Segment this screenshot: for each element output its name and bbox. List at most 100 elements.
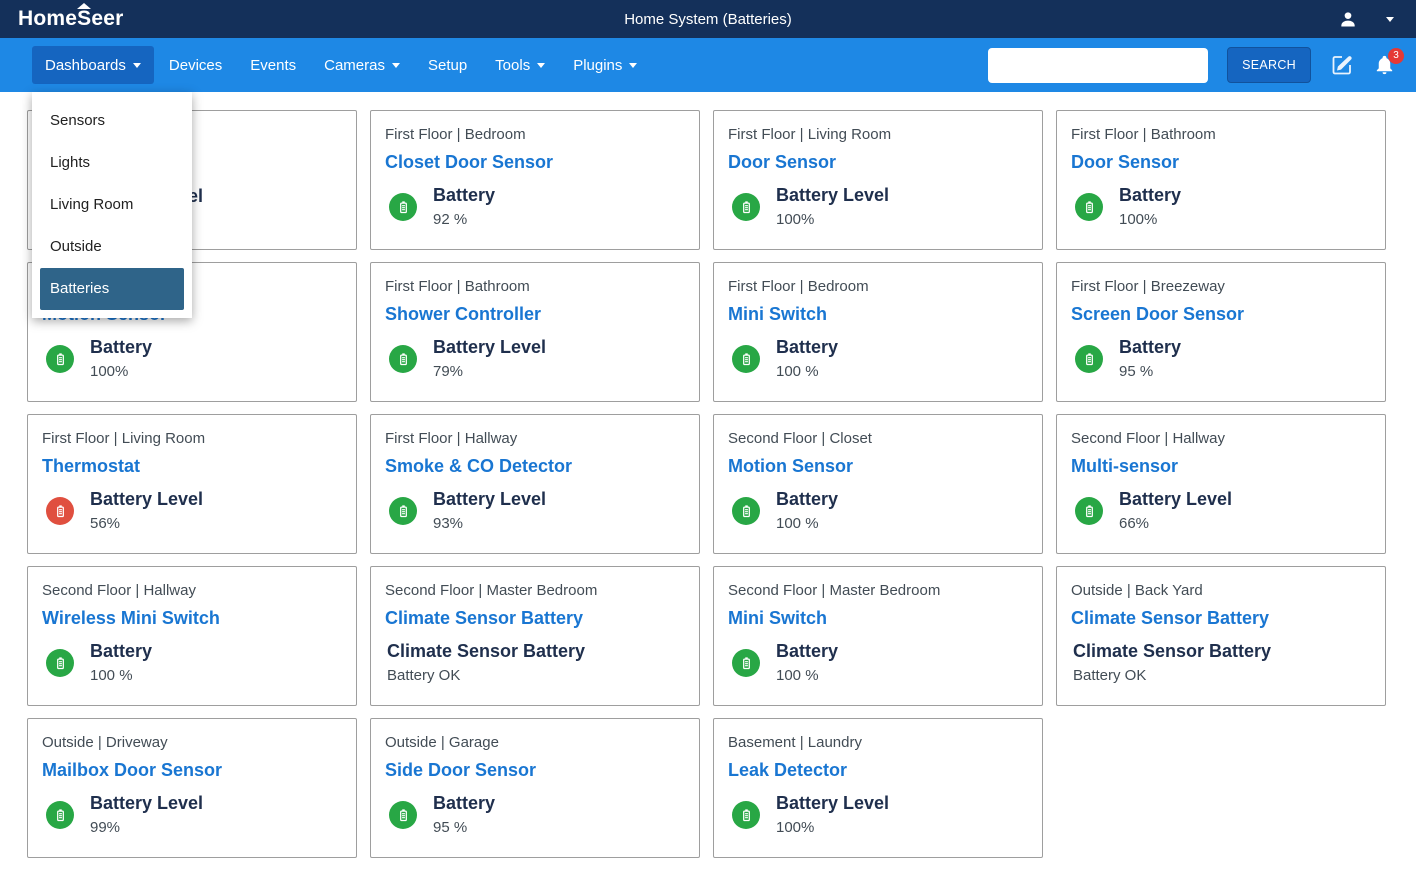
menu-item-outside[interactable]: Outside — [32, 226, 192, 268]
device-card[interactable]: First Floor | Living Room Thermostat Bat… — [27, 414, 357, 554]
battery-icon — [732, 801, 760, 829]
device-location: First Floor | Hallway — [385, 428, 685, 449]
device-card[interactable]: First Floor | Bedroom Closet Door Sensor… — [370, 110, 700, 250]
navbar: Dashboards Devices Events Cameras Setup Tools… — [0, 38, 1416, 92]
device-card[interactable]: First Floor | Bedroom Mini Switch Batter… — [713, 262, 1043, 402]
user-menu-caret-icon[interactable] — [1386, 17, 1394, 22]
battery-stat: Battery 100 % — [42, 640, 342, 686]
battery-stat-label: Battery — [776, 336, 838, 358]
device-location: Second Floor | Master Bedroom — [385, 580, 685, 601]
page-title: Home System (Batteries) — [624, 11, 792, 28]
nav-item-setup[interactable]: Setup — [415, 46, 480, 84]
device-name: Smoke & CO Detector — [385, 455, 685, 478]
battery-value: Battery OK — [387, 666, 585, 686]
device-card[interactable]: Second Floor | Hallway Multi-sensor Batt… — [1056, 414, 1386, 554]
device-card[interactable]: Second Floor | Closet Motion Sensor Batt… — [713, 414, 1043, 554]
menu-item-lights[interactable]: Lights — [32, 142, 192, 184]
battery-stat: Battery Level 99% — [42, 792, 342, 838]
chevron-down-icon — [133, 63, 141, 68]
battery-stat-text: Battery Level 99% — [90, 792, 203, 838]
battery-value: 99% — [90, 818, 203, 838]
battery-stat: Battery Level 66% — [1071, 488, 1371, 534]
battery-value: Battery OK — [1073, 666, 1271, 686]
battery-value: 66% — [1119, 514, 1232, 534]
device-name: Leak Detector — [728, 759, 1028, 782]
device-name: Door Sensor — [1071, 151, 1371, 174]
battery-stat-text: Battery 100% — [1119, 184, 1181, 230]
device-card[interactable]: Outside | Garage Side Door Sensor Batter… — [370, 718, 700, 858]
nav-item-label: Tools — [495, 57, 530, 74]
battery-icon — [1075, 497, 1103, 525]
nav-item-events[interactable]: Events — [237, 46, 309, 84]
nav-item-dashboards[interactable]: Dashboards — [32, 46, 154, 84]
chevron-down-icon — [537, 63, 545, 68]
topbar: HomeSeer Home System (Batteries) — [0, 0, 1416, 38]
nav-item-plugins[interactable]: Plugins — [560, 46, 650, 84]
menu-item-living-room[interactable]: Living Room — [32, 184, 192, 226]
battery-icon — [732, 345, 760, 373]
logo-roof-icon — [77, 3, 91, 9]
notification-badge: 3 — [1388, 48, 1404, 64]
device-card[interactable]: First Floor | Hallway Smoke & CO Detecto… — [370, 414, 700, 554]
menu-item-sensors[interactable]: Sensors — [32, 100, 192, 142]
homeseer-logo[interactable]: HomeSeer — [18, 7, 123, 31]
device-location: First Floor | Living Room — [728, 124, 1028, 145]
device-card[interactable]: First Floor | Bathroom Shower Controller… — [370, 262, 700, 402]
battery-value: 95 % — [1119, 362, 1181, 382]
battery-value: 100% — [776, 210, 889, 230]
nav-item-tools[interactable]: Tools — [482, 46, 558, 84]
device-name: Closet Door Sensor — [385, 151, 685, 174]
nav-item-label: Setup — [428, 57, 467, 74]
nav-item-devices[interactable]: Devices — [156, 46, 235, 84]
battery-stat-label: Battery — [433, 792, 495, 814]
battery-value: 100% — [90, 362, 152, 382]
battery-stat: Battery 95 % — [385, 792, 685, 838]
battery-stat-label: Battery Level — [1119, 488, 1232, 510]
battery-stat-label: Battery Level — [776, 792, 889, 814]
device-card[interactable]: First Floor | Living Room Door Sensor Ba… — [713, 110, 1043, 250]
battery-stat: Battery 100% — [42, 336, 342, 382]
search-input[interactable] — [988, 48, 1208, 83]
battery-value: 100% — [1119, 210, 1181, 230]
device-card[interactable]: Second Floor | Hallway Wireless Mini Swi… — [27, 566, 357, 706]
battery-icon — [1075, 193, 1103, 221]
device-location: First Floor | Bathroom — [385, 276, 685, 297]
nav-item-label: Cameras — [324, 57, 385, 74]
notifications-bell[interactable]: 3 — [1373, 54, 1396, 77]
device-card[interactable]: First Floor | Bathroom Door Sensor Batte… — [1056, 110, 1386, 250]
battery-value: 100 % — [776, 362, 838, 382]
device-card[interactable]: First Floor | Breezeway Screen Door Sens… — [1056, 262, 1386, 402]
battery-value: 92 % — [433, 210, 495, 230]
battery-stat-text: Climate Sensor Battery Battery OK — [1073, 640, 1271, 686]
battery-icon — [46, 497, 74, 525]
device-card[interactable]: Second Floor | Master Bedroom Mini Switc… — [713, 566, 1043, 706]
device-card[interactable]: Outside | Driveway Mailbox Door Sensor B… — [27, 718, 357, 858]
device-location: First Floor | Bathroom — [1071, 124, 1371, 145]
edit-icon[interactable] — [1330, 53, 1354, 77]
battery-value: 100% — [776, 818, 889, 838]
user-icon[interactable] — [1338, 9, 1358, 29]
chevron-down-icon — [392, 63, 400, 68]
battery-stat-text: Battery Level 79% — [433, 336, 546, 382]
main-content: Battery Level First Floor | Bedroom Clos… — [0, 92, 1416, 858]
device-name: Wireless Mini Switch — [42, 607, 342, 630]
battery-icon — [389, 193, 417, 221]
device-name: Shower Controller — [385, 303, 685, 326]
battery-stat: Battery Level 93% — [385, 488, 685, 534]
battery-value: 100 % — [776, 666, 838, 686]
device-card[interactable]: Basement | Laundry Leak Detector Battery… — [713, 718, 1043, 858]
nav-item-label: Dashboards — [45, 57, 126, 74]
nav-item-label: Events — [250, 57, 296, 74]
nav-item-cameras[interactable]: Cameras — [311, 46, 413, 84]
battery-stat-text: Battery 100% — [90, 336, 152, 382]
device-card[interactable]: Outside | Back Yard Climate Sensor Batte… — [1056, 566, 1386, 706]
battery-stat-text: Battery 100 % — [90, 640, 152, 686]
chevron-down-icon — [629, 63, 637, 68]
search-button[interactable]: SEARCH — [1227, 47, 1311, 83]
device-card[interactable]: Second Floor | Master Bedroom Climate Se… — [370, 566, 700, 706]
device-name: Mailbox Door Sensor — [42, 759, 342, 782]
battery-stat-label: Battery Level — [433, 336, 546, 358]
battery-stat-text: Battery Level 56% — [90, 488, 203, 534]
battery-icon — [389, 497, 417, 525]
menu-item-batteries[interactable]: Batteries — [40, 268, 184, 310]
